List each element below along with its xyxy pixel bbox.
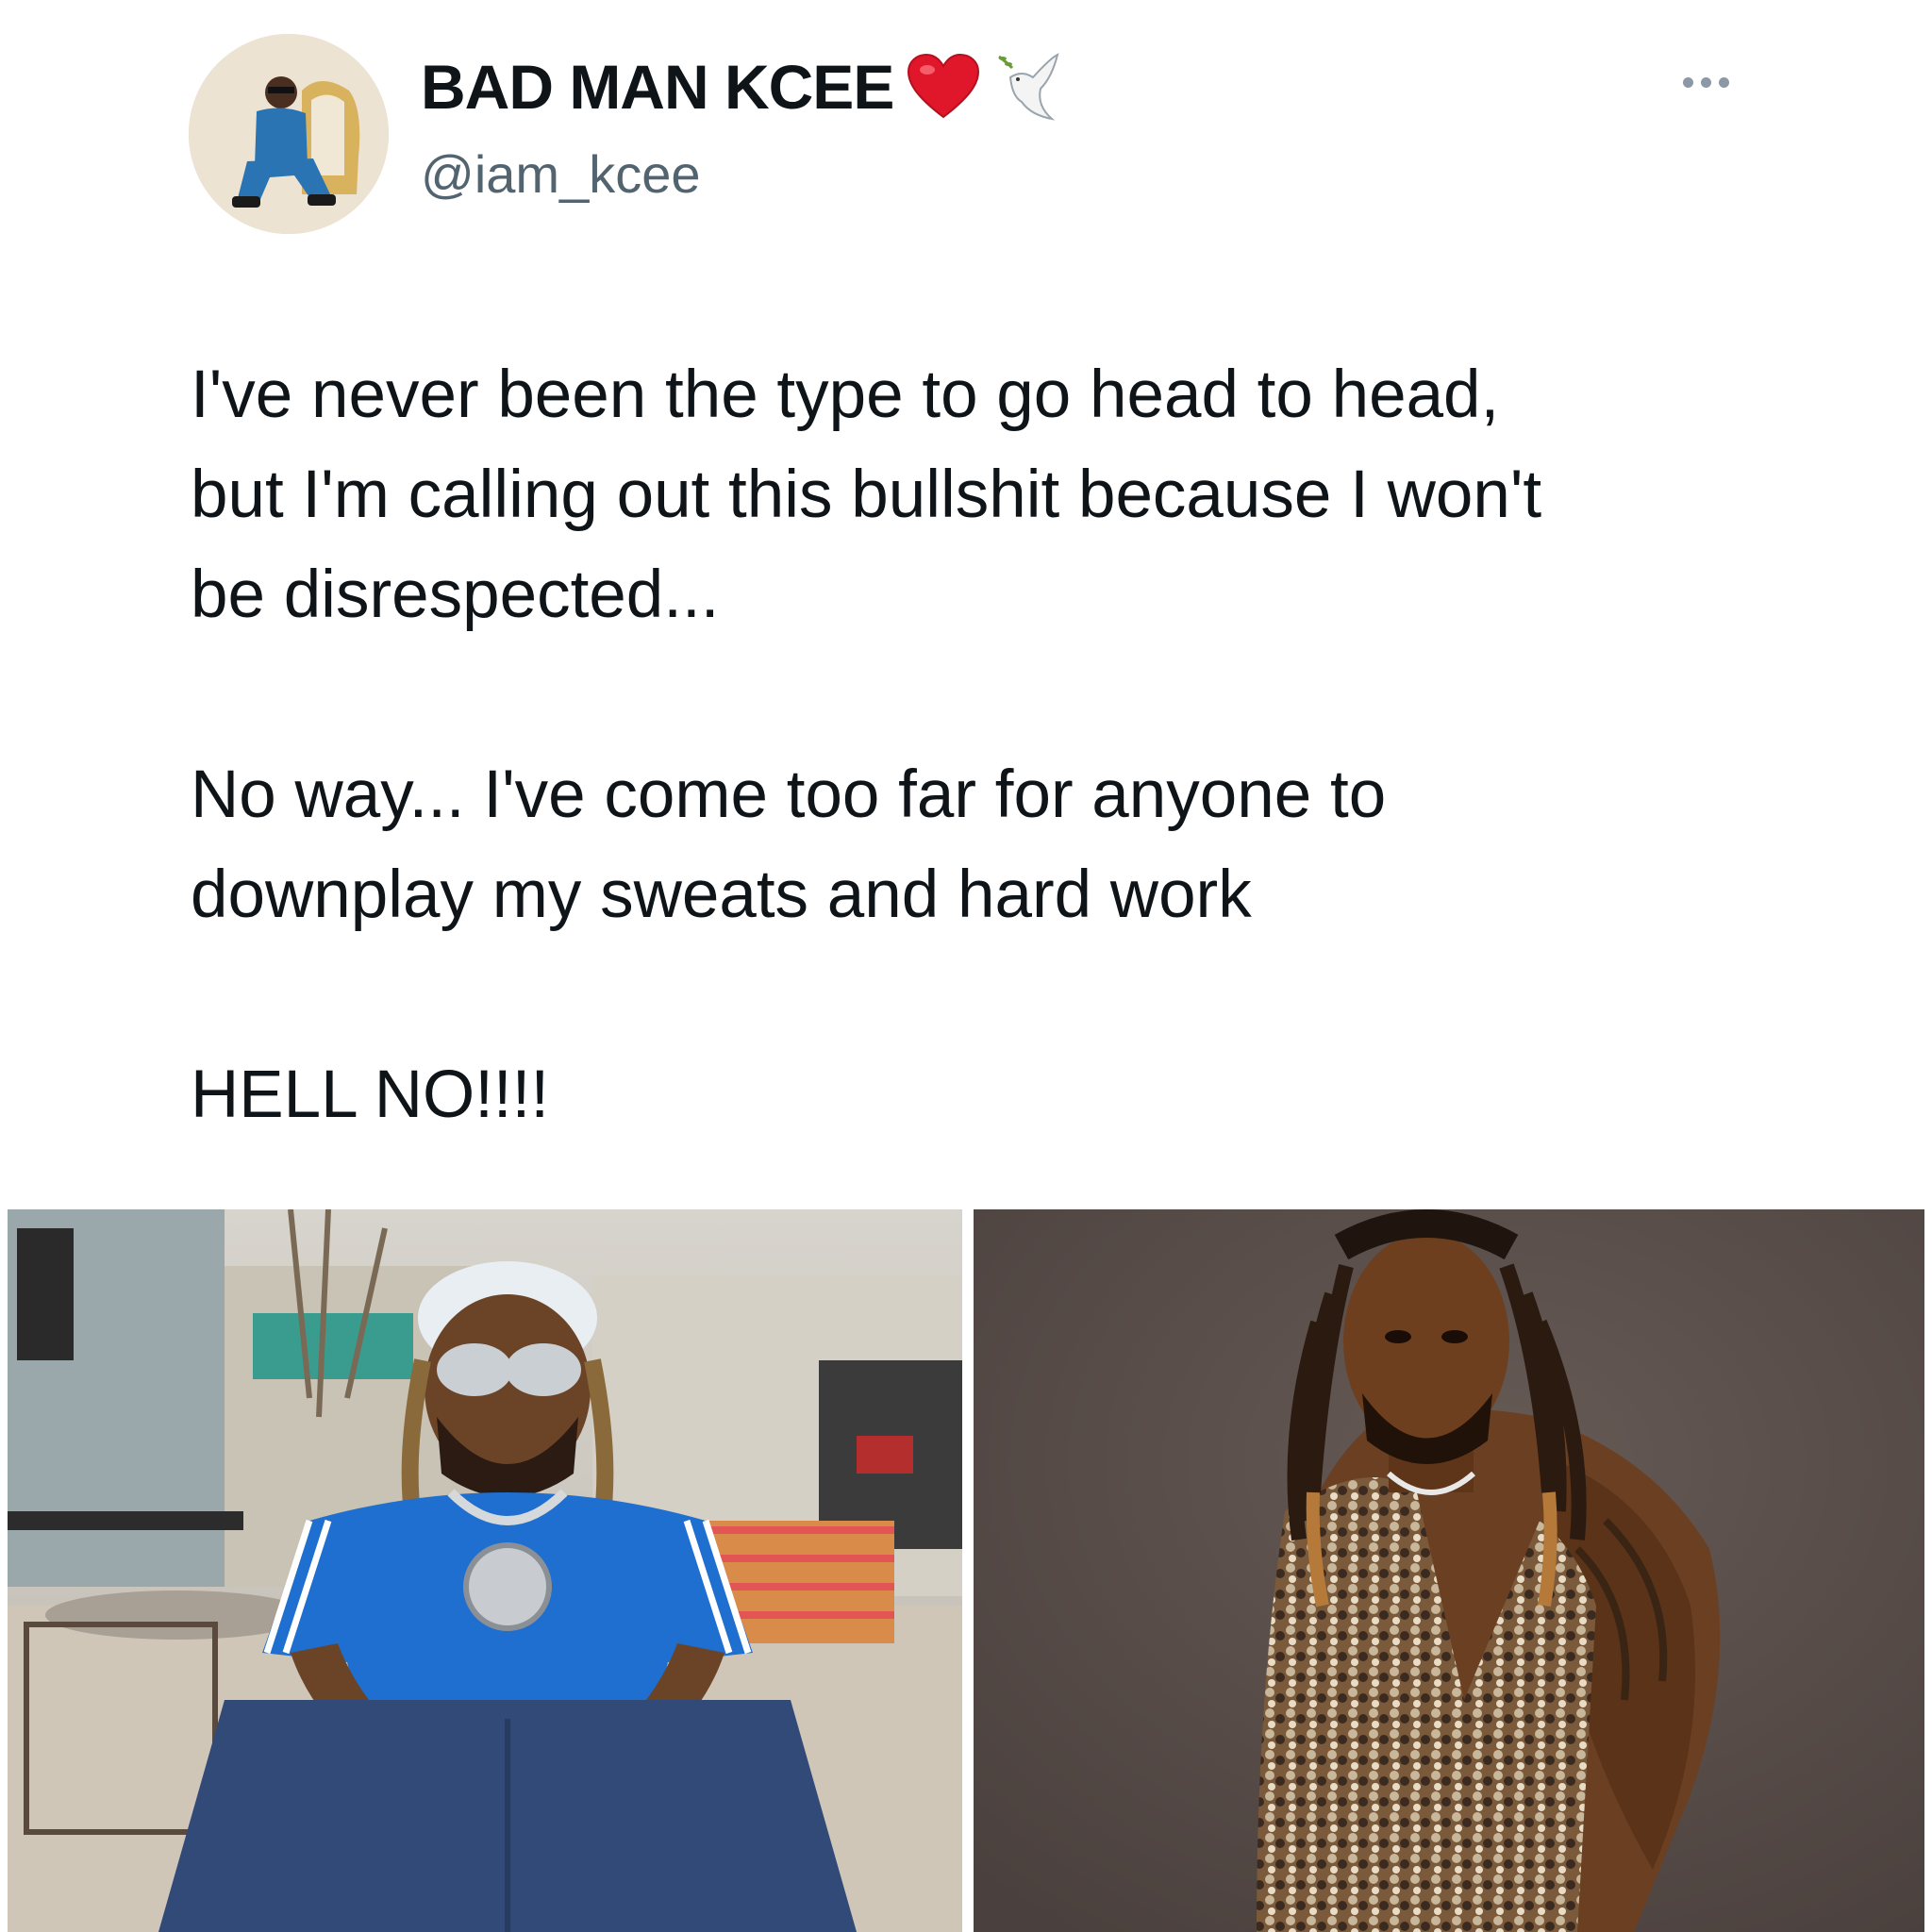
more-dot xyxy=(1701,77,1711,88)
photo-man-sequin-vest-icon xyxy=(974,1209,1924,1932)
author-handle[interactable]: @iam_kcee xyxy=(421,143,701,205)
more-options-icon[interactable] xyxy=(1683,77,1729,88)
more-dot xyxy=(1719,77,1729,88)
tweet-text: I've never been the type to go head to h… xyxy=(191,345,1794,1145)
more-dot xyxy=(1683,77,1693,88)
tweet-paragraph: No way... I've come too far for anyone t… xyxy=(191,758,1387,932)
author-display-name[interactable]: BAD MAN KCEE xyxy=(421,51,894,123)
tweet-paragraph: HELL NO!!!! xyxy=(191,1058,550,1132)
photo-man-blue-shirt-icon xyxy=(8,1209,962,1932)
tweet-paragraph: I've never been the type to go head to h… xyxy=(191,358,1542,632)
author-avatar[interactable] xyxy=(189,34,389,234)
tweet-photo-1[interactable] xyxy=(8,1209,962,1932)
dove-icon xyxy=(998,53,1059,121)
author-name-row[interactable]: BAD MAN KCEE xyxy=(421,49,1061,125)
avatar-image xyxy=(189,34,389,234)
tweet-photo-2[interactable] xyxy=(974,1209,1924,1932)
heart-icon xyxy=(908,53,980,119)
